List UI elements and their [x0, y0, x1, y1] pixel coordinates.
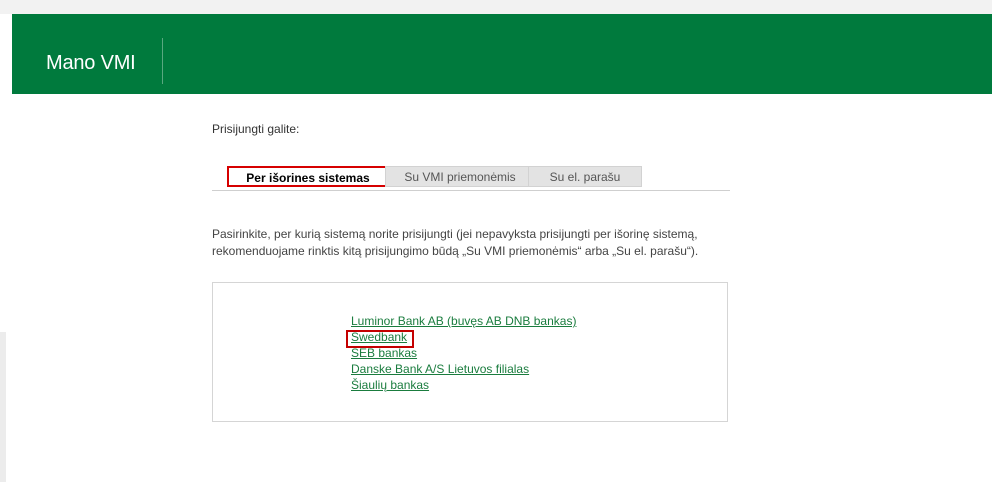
- site-title: Mano VMI: [46, 52, 136, 74]
- tab-vmi-tools[interactable]: Su VMI priemonėmis: [385, 166, 535, 187]
- bank-link-danske[interactable]: Danske Bank A/S Lietuvos filialas: [351, 362, 529, 376]
- intro-text: Prisijungti galite:: [212, 122, 300, 136]
- bank-link-luminor[interactable]: Luminor Bank AB (buvęs AB DNB bankas): [351, 314, 576, 328]
- top-strip: [0, 0, 992, 14]
- login-method-tabs: Per išorines sistemas Su VMI priemonėmis…: [212, 164, 730, 191]
- bank-list: Luminor Bank AB (buvęs AB DNB bankas) Sw…: [351, 313, 576, 393]
- tab-e-signature[interactable]: Su el. parašu: [528, 166, 642, 187]
- bank-link-seb[interactable]: SEB bankas: [351, 346, 417, 360]
- list-item: Danske Bank A/S Lietuvos filialas: [351, 361, 576, 377]
- main-content: Prisijungti galite: Per išorines sistema…: [0, 94, 992, 422]
- header-divider: [162, 38, 163, 84]
- description-text: Pasirinkite, per kurią sistemą norite pr…: [212, 227, 699, 258]
- list-item: Luminor Bank AB (buvęs AB DNB bankas): [351, 313, 576, 329]
- site-header: Mano VMI: [12, 14, 992, 94]
- tab-external-systems[interactable]: Per išorines sistemas: [227, 166, 389, 187]
- swedbank-highlight: [346, 330, 414, 348]
- bank-link-siauliu[interactable]: Šiaulių bankas: [351, 378, 429, 392]
- bank-list-box: Luminor Bank AB (buvęs AB DNB bankas) Sw…: [212, 282, 728, 422]
- list-item: Šiaulių bankas: [351, 377, 576, 393]
